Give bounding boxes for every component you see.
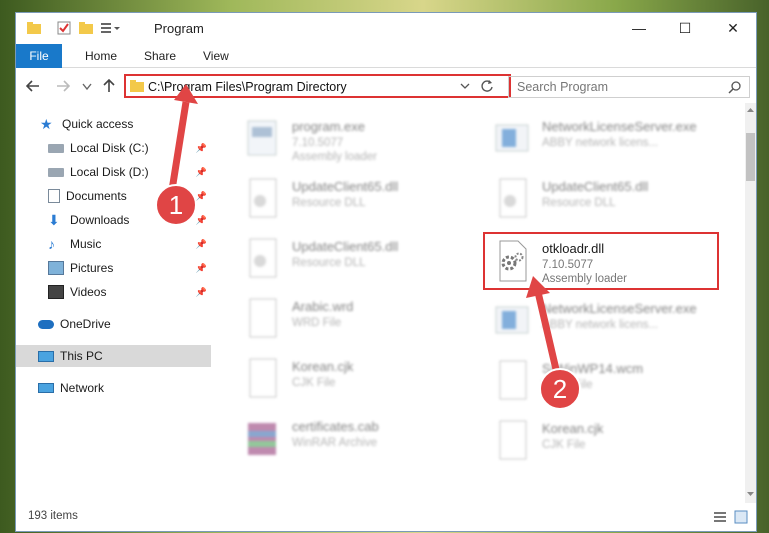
step-2-badge: 2: [539, 368, 581, 410]
annotation-arrows: [168, 84, 562, 379]
step-1-badge: 1: [155, 184, 197, 226]
